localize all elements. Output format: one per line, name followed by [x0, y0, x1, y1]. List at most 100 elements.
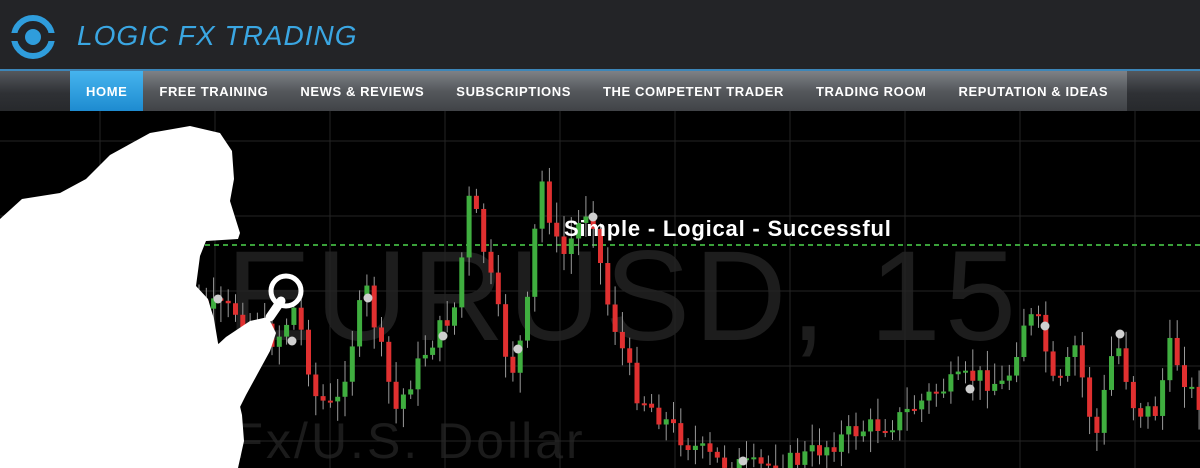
candle-body	[1189, 386, 1195, 389]
nav-item-subscriptions[interactable]: SUBSCRIPTIONS	[440, 71, 587, 111]
candle-body	[751, 457, 757, 460]
candle-body	[999, 380, 1005, 384]
candle-body	[495, 272, 501, 305]
candle-body	[1006, 375, 1012, 381]
candle-body	[320, 396, 326, 401]
candle-body	[473, 195, 479, 209]
candle-body	[970, 370, 976, 381]
nav-item-free-training[interactable]: FREE TRAINING	[143, 71, 284, 111]
pivot-marker	[1040, 321, 1050, 331]
main-nav: HOME FREE TRAINING NEWS & REVIEWS SUBSCR…	[70, 71, 1127, 111]
candle-body	[1145, 406, 1151, 417]
candle-body	[342, 381, 348, 397]
candle-body	[911, 408, 917, 411]
candle-body	[525, 296, 530, 341]
pivot-marker	[738, 456, 748, 466]
candle-body	[941, 391, 947, 394]
candle-body	[722, 457, 728, 468]
candle-body	[1087, 377, 1093, 417]
candle-body	[1014, 357, 1020, 376]
candle-body	[1065, 356, 1071, 376]
candle-body	[634, 362, 640, 404]
nav-item-competent-trader[interactable]: THE COMPETENT TRADER	[587, 71, 800, 111]
candle-body	[430, 347, 436, 355]
candle-body	[532, 228, 538, 297]
candle-body	[408, 389, 414, 395]
candle-body	[1028, 314, 1034, 326]
candle-body	[327, 400, 333, 403]
candle-body	[510, 356, 516, 373]
site-logo-text[interactable]: LOGIC FX TRADING	[77, 20, 357, 52]
pivot-marker	[438, 331, 448, 341]
candle-body	[335, 396, 341, 402]
candle-body	[1160, 380, 1166, 416]
candle-body	[926, 391, 932, 401]
candle-body	[663, 419, 669, 425]
candle-body	[671, 419, 676, 424]
candle-body	[488, 251, 494, 273]
candle-body	[795, 452, 801, 465]
hero-tagline: Simple - Logical - Successful	[564, 216, 892, 241]
candle-body	[1174, 337, 1180, 366]
candle-body	[890, 430, 895, 433]
candle-body	[1196, 386, 1200, 410]
candle-body	[787, 452, 793, 468]
candle-body	[955, 371, 961, 375]
page: LOGIC FX TRADING HOME FREE TRAINING NEWS…	[0, 0, 1200, 468]
candle-body	[1152, 406, 1158, 416]
candle-body	[357, 300, 363, 347]
candle-body	[619, 331, 625, 349]
candle-body	[875, 419, 881, 431]
candle-body	[1138, 408, 1144, 417]
candle-body	[400, 394, 406, 409]
candle-body	[546, 181, 552, 223]
candle-body	[904, 408, 910, 413]
candle-body	[466, 195, 472, 258]
candle-body	[393, 381, 399, 409]
candle-body	[539, 181, 545, 229]
candle-body	[700, 443, 706, 446]
candle-body	[1094, 416, 1100, 433]
candle-body	[758, 457, 764, 464]
candle-body	[831, 447, 837, 452]
candle-body	[977, 370, 983, 381]
candle-body	[963, 370, 968, 373]
candle-body	[1057, 375, 1063, 378]
candle-body	[452, 307, 457, 326]
candle-body	[707, 443, 713, 452]
candle-body	[897, 412, 903, 431]
candle-body	[415, 358, 421, 390]
nav-item-trading-room[interactable]: TRADING ROOM	[800, 71, 942, 111]
candle-body	[1101, 389, 1107, 433]
candle-body	[838, 434, 844, 452]
nav-item-home[interactable]: HOME	[70, 71, 144, 111]
candle-body	[714, 451, 720, 458]
candle-body	[933, 391, 939, 394]
nav-item-news-reviews[interactable]: NEWS & REVIEWS	[284, 71, 440, 111]
eye-ring-icon[interactable]	[10, 14, 56, 60]
candle-body	[656, 407, 662, 425]
candle-body	[868, 419, 874, 432]
pivot-marker	[363, 293, 373, 303]
candle-body	[1109, 356, 1114, 390]
candle-body	[992, 383, 998, 391]
candle-body	[1116, 348, 1122, 357]
candle-body	[349, 346, 355, 382]
candle-body	[1167, 337, 1173, 381]
candle-body	[860, 431, 866, 437]
pivot-marker	[1115, 329, 1125, 339]
candle-body	[503, 304, 509, 357]
candle-body	[802, 451, 808, 465]
nav-item-reputation-ideas[interactable]: REPUTATION & IDEAS	[942, 71, 1124, 111]
hero-banner: EURUSD, 15 Euro Fx/U.S. Dollar Simple - …	[0, 111, 1200, 468]
detective-magnifier-icon	[0, 126, 304, 468]
candle-body	[984, 370, 990, 391]
candle-body	[641, 403, 647, 406]
candle-body	[554, 222, 560, 237]
candle-body	[846, 426, 852, 435]
candle-body	[1050, 351, 1056, 376]
candle-body	[1182, 365, 1187, 388]
candle-body	[809, 445, 815, 452]
candle-body	[481, 208, 487, 252]
candle-body	[444, 320, 450, 326]
